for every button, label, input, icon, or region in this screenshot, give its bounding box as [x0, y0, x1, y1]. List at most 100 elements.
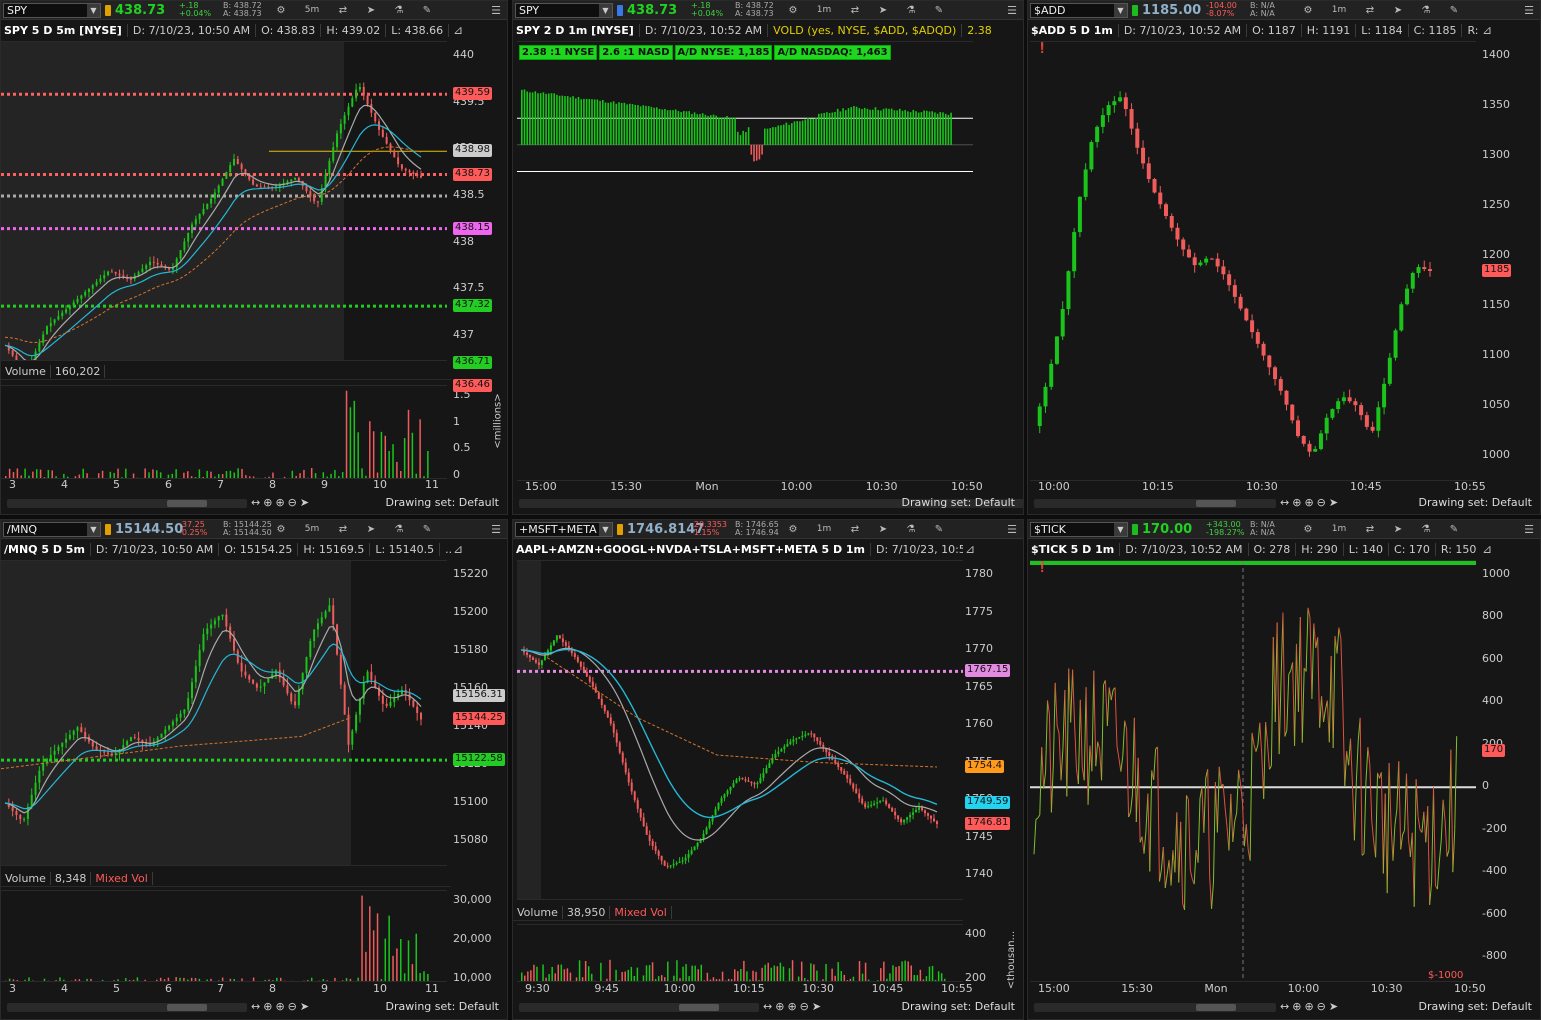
cursor-icon[interactable]: ➤	[1384, 522, 1412, 537]
symbol-link-icon[interactable]	[105, 4, 111, 16]
gear-icon[interactable]: ⚙	[779, 522, 807, 537]
menu-icon[interactable]: ☰	[1518, 522, 1540, 537]
zoom-icon[interactable]: ⊕	[775, 1000, 784, 1013]
timeframe-button[interactable]: 1m	[807, 522, 841, 537]
drawing-set-selector[interactable]: Drawing set: Default	[902, 496, 1015, 509]
horizontal-scrollbar[interactable]	[1034, 1003, 1276, 1012]
zoom-icon[interactable]: ⊕	[1292, 1000, 1301, 1013]
timeframe-button[interactable]: 5m	[295, 522, 329, 537]
zoom-in-icon[interactable]: ⊕	[1304, 1000, 1313, 1013]
pointer-icon[interactable]: ➤	[300, 496, 309, 509]
horizontal-scrollbar[interactable]	[7, 1003, 247, 1012]
zoom-icon[interactable]: ⊕	[263, 496, 272, 509]
gear-icon[interactable]: ⚙	[1294, 3, 1322, 18]
drawing-set-selector[interactable]: Drawing set: Default	[386, 1000, 499, 1013]
crosshair-icon[interactable]: ⇄	[841, 3, 869, 18]
symbol-link-icon[interactable]	[1132, 523, 1138, 535]
symbol-selector[interactable]: SPY ▼	[3, 2, 101, 18]
timeframe-button[interactable]: 1m	[807, 3, 841, 18]
price-chart[interactable]	[1030, 41, 1476, 481]
chevron-down-icon[interactable]: ▼	[1114, 3, 1127, 17]
crosshair-icon[interactable]: ⇄	[1356, 3, 1384, 18]
alert-icon[interactable]: ❗	[1036, 43, 1048, 54]
cursor-icon[interactable]: ➤	[1384, 3, 1412, 18]
price-chart[interactable]	[517, 560, 963, 900]
scrollbar-thumb[interactable]	[1196, 1004, 1236, 1011]
draw-icon[interactable]: ✎	[413, 522, 441, 537]
pane-settings-icon[interactable]: ⊿	[1482, 542, 1492, 556]
price-chart[interactable]	[517, 41, 973, 481]
scrollbar-thumb[interactable]	[167, 1004, 207, 1011]
horizontal-scrollbar[interactable]	[7, 499, 247, 508]
flask-icon[interactable]: ⚗	[897, 522, 925, 537]
cursor-icon[interactable]: ➤	[357, 3, 385, 18]
price-chart[interactable]	[1, 41, 447, 361]
draw-icon[interactable]: ✎	[413, 3, 441, 18]
zoom-in-icon[interactable]: ⊕	[275, 1000, 284, 1013]
scrollbar-thumb[interactable]	[167, 500, 207, 507]
flask-icon[interactable]: ⚗	[385, 522, 413, 537]
pane-settings-icon[interactable]: ⊿	[1482, 23, 1492, 37]
expand-icon[interactable]: ↔	[763, 1000, 772, 1013]
symbol-selector[interactable]: $ADD ▼	[1030, 2, 1128, 18]
horizontal-scrollbar[interactable]	[1034, 499, 1276, 508]
zoom-out-icon[interactable]: ⊖	[288, 1000, 297, 1013]
chevron-down-icon[interactable]: ▼	[1114, 522, 1127, 536]
volume-chart[interactable]	[517, 924, 963, 982]
drawing-set-selector[interactable]: Drawing set: Default	[902, 1000, 1015, 1013]
flask-icon[interactable]: ⚗	[1412, 522, 1440, 537]
gear-icon[interactable]: ⚙	[267, 522, 295, 537]
zoom-icon[interactable]: ⊕	[263, 1000, 272, 1013]
zoom-out-icon[interactable]: ⊖	[1317, 496, 1326, 509]
zoom-out-icon[interactable]: ⊖	[1317, 1000, 1326, 1013]
alert-icon[interactable]: ❗	[1036, 562, 1048, 573]
menu-icon[interactable]: ☰	[485, 522, 507, 537]
flask-icon[interactable]: ⚗	[385, 3, 413, 18]
pointer-icon[interactable]: ➤	[300, 1000, 309, 1013]
zoom-in-icon[interactable]: ⊕	[787, 1000, 796, 1013]
chevron-down-icon[interactable]: ▼	[87, 3, 100, 17]
menu-icon[interactable]: ☰	[485, 3, 507, 18]
pane-settings-icon[interactable]: ⊿	[965, 542, 975, 556]
crosshair-icon[interactable]: ⇄	[1356, 522, 1384, 537]
horizontal-scrollbar[interactable]	[519, 1003, 759, 1012]
symbol-selector[interactable]: /MNQ ▼	[3, 521, 101, 537]
flask-icon[interactable]: ⚗	[1412, 3, 1440, 18]
timeframe-button[interactable]: 1m	[1322, 522, 1356, 537]
pane-settings-icon[interactable]: ⊿	[453, 23, 463, 37]
expand-icon[interactable]: ↔	[251, 496, 260, 509]
symbol-selector[interactable]: $TICK ▼	[1030, 521, 1128, 537]
symbol-link-icon[interactable]	[1132, 4, 1138, 16]
flask-icon[interactable]: ⚗	[897, 3, 925, 18]
draw-icon[interactable]: ✎	[1440, 522, 1468, 537]
pointer-icon[interactable]: ➤	[1329, 1000, 1338, 1013]
symbol-selector[interactable]: +MSFT+META ▼	[515, 521, 613, 537]
crosshair-icon[interactable]: ⇄	[841, 522, 869, 537]
cursor-icon[interactable]: ➤	[869, 522, 897, 537]
zoom-icon[interactable]: ⊕	[1292, 496, 1301, 509]
price-chart[interactable]	[1030, 560, 1476, 982]
zoom-out-icon[interactable]: ⊖	[288, 496, 297, 509]
symbol-selector[interactable]: SPY ▼	[515, 2, 613, 18]
cursor-icon[interactable]: ➤	[357, 522, 385, 537]
draw-icon[interactable]: ✎	[925, 3, 953, 18]
expand-icon[interactable]: ↔	[1280, 496, 1289, 509]
crosshair-icon[interactable]: ⇄	[329, 522, 357, 537]
drawing-set-selector[interactable]: Drawing set: Default	[1419, 1000, 1532, 1013]
drawing-set-selector[interactable]: Drawing set: Default	[1419, 496, 1532, 509]
draw-icon[interactable]: ✎	[925, 522, 953, 537]
volume-chart[interactable]	[1, 385, 447, 479]
draw-icon[interactable]: ✎	[1440, 3, 1468, 18]
symbol-link-icon[interactable]	[105, 523, 111, 535]
cursor-icon[interactable]: ➤	[869, 3, 897, 18]
chevron-down-icon[interactable]: ▼	[599, 522, 612, 536]
pane-settings-icon[interactable]: ⊿	[453, 542, 463, 556]
price-chart[interactable]	[1, 560, 447, 866]
gear-icon[interactable]: ⚙	[267, 3, 295, 18]
gear-icon[interactable]: ⚙	[1294, 522, 1322, 537]
crosshair-icon[interactable]: ⇄	[329, 3, 357, 18]
scrollbar-thumb[interactable]	[679, 1004, 719, 1011]
scrollbar-thumb[interactable]	[1196, 500, 1236, 507]
zoom-in-icon[interactable]: ⊕	[275, 496, 284, 509]
pointer-icon[interactable]: ➤	[812, 1000, 821, 1013]
